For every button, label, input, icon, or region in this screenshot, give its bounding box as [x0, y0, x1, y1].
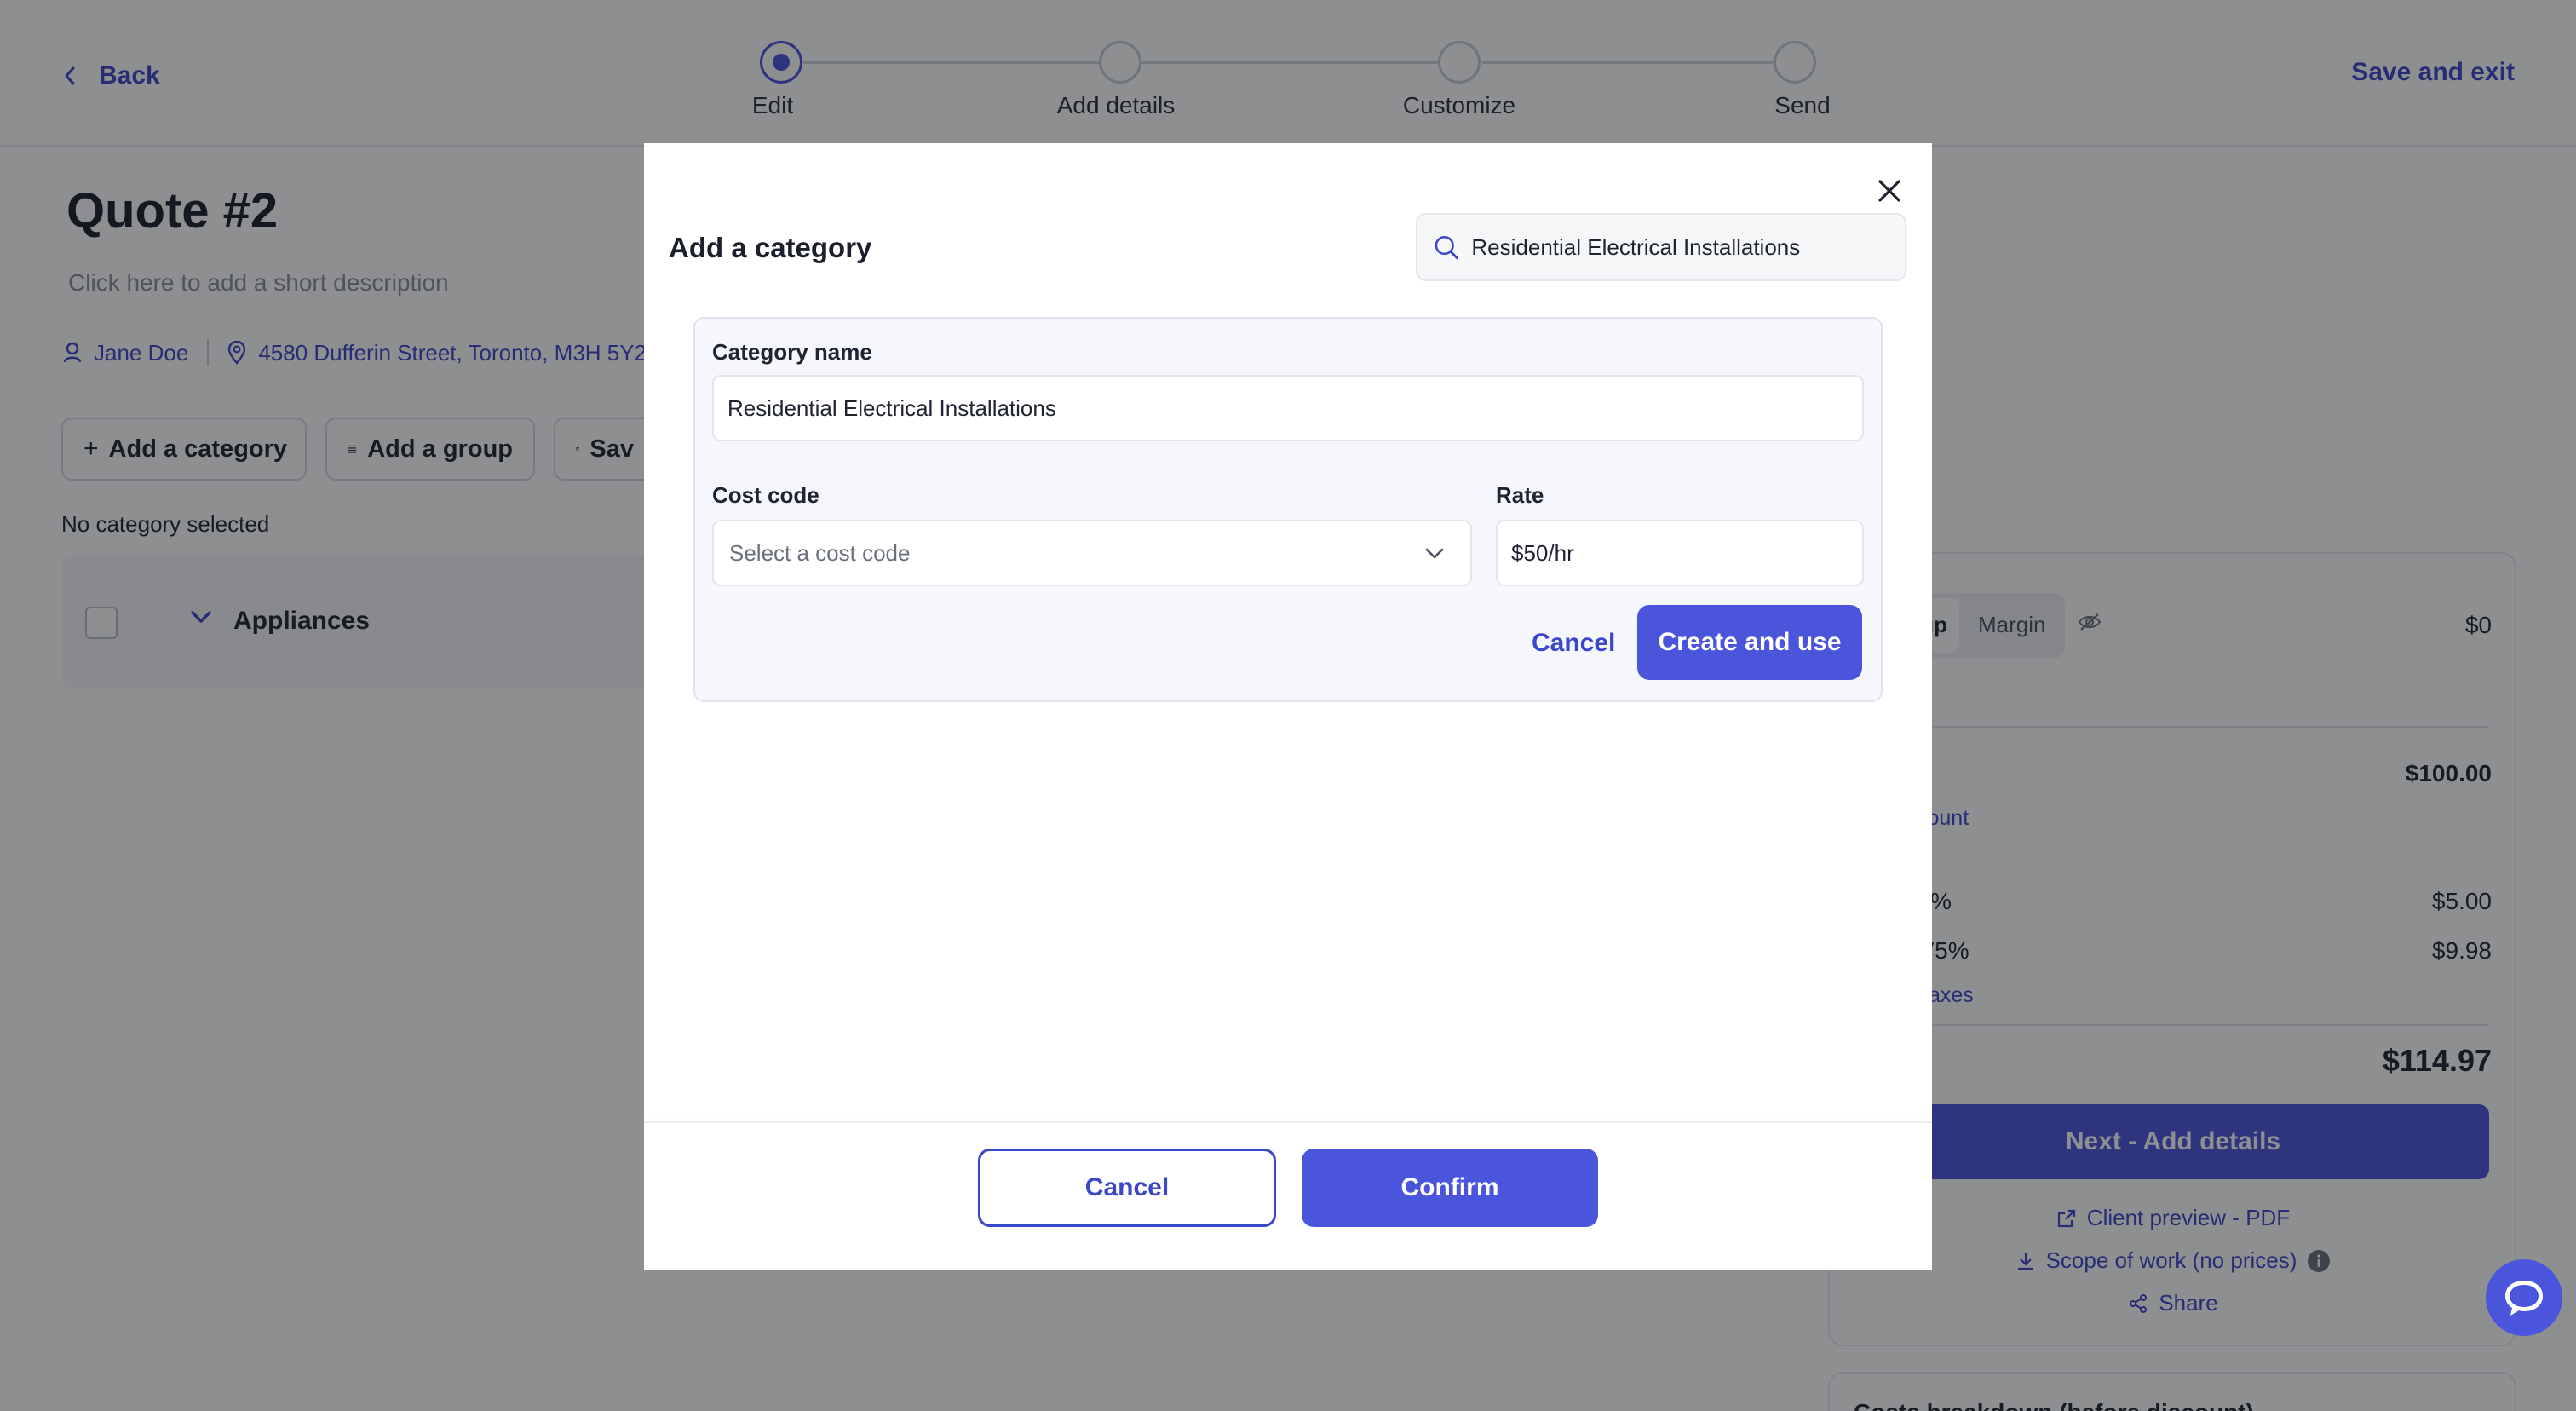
modal-footer-divider	[644, 1121, 1932, 1123]
category-search-input[interactable]	[1471, 233, 1889, 261]
category-search-field[interactable]	[1416, 213, 1906, 281]
chat-bubble-icon	[2505, 1281, 2543, 1316]
rate-input[interactable]	[1511, 539, 1849, 567]
cost-code-label: Cost code	[712, 482, 819, 508]
rate-field[interactable]	[1496, 520, 1864, 586]
search-icon	[1435, 235, 1458, 260]
category-name-field[interactable]	[712, 375, 1864, 441]
cost-code-select[interactable]: Select a cost code	[712, 520, 1472, 586]
category-name-input[interactable]	[727, 395, 1849, 422]
cost-code-placeholder: Select a cost code	[729, 539, 911, 566]
modal-title: Add a category	[669, 232, 872, 263]
confirm-button[interactable]: Confirm	[1302, 1149, 1598, 1227]
chevron-down-icon	[1425, 548, 1444, 559]
form-cancel-button[interactable]: Cancel	[1532, 629, 1615, 658]
close-icon	[1878, 180, 1900, 202]
chat-support-button[interactable]	[2486, 1259, 2562, 1336]
create-and-use-button[interactable]: Create and use	[1637, 605, 1862, 680]
category-name-label: Category name	[712, 339, 872, 365]
add-category-modal	[644, 143, 1932, 1270]
close-button[interactable]	[1866, 167, 1913, 215]
cancel-button[interactable]: Cancel	[978, 1149, 1276, 1227]
rate-label: Rate	[1496, 482, 1544, 508]
